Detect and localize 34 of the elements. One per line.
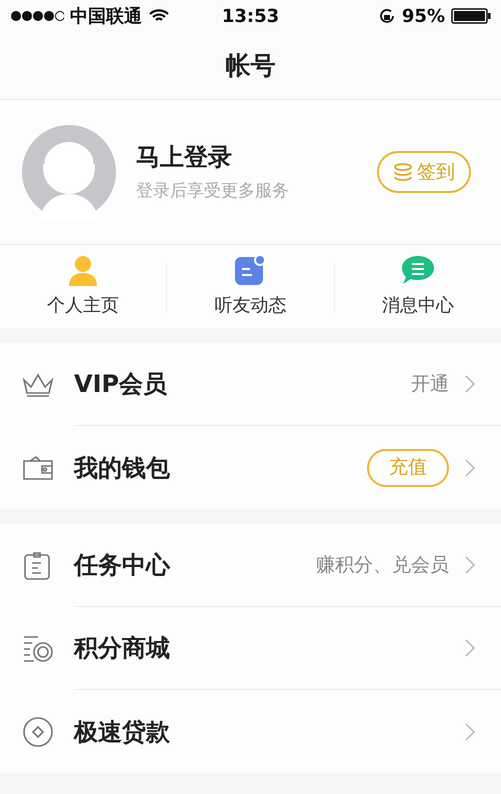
battery-icon [451, 8, 491, 24]
row-label[interactable]: VIP会员 [74, 366, 168, 402]
chevron-icon [465, 639, 475, 657]
carrier-name: 中国联通 [70, 4, 142, 28]
coin-icon [22, 716, 54, 748]
avatar-icon [21, 124, 117, 220]
person-icon [67, 254, 100, 286]
signal-icon [10, 10, 64, 22]
row-label[interactable]: 积分商城 [74, 630, 170, 666]
page-title: 帐号 [226, 50, 276, 82]
login-subtitle: 登录后享受更多服务 [136, 180, 290, 204]
chevron-icon [465, 458, 475, 476]
row-detail: 赚积分、兑会员 [316, 552, 449, 578]
row-label[interactable]: 我的钱包 [74, 450, 170, 486]
login-title[interactable]: 马上登录 [136, 139, 377, 176]
chevron-icon [465, 375, 475, 393]
row-label[interactable]: 任务中心 [74, 547, 170, 583]
shortcut-button[interactable]: 听友动态 [167, 254, 334, 319]
coin-stack-icon [393, 163, 413, 181]
row-detail: 开通 [411, 372, 449, 397]
rotation-lock-icon [378, 7, 396, 25]
crown-icon [22, 372, 54, 398]
chevron-icon [465, 722, 475, 740]
clipboard-icon [22, 550, 52, 580]
coins-icon [22, 634, 54, 664]
chevron-icon [465, 556, 475, 574]
shortcut-button[interactable]: 个人主页 [0, 254, 166, 319]
row-label[interactable]: 极速贷款 [74, 714, 170, 750]
shortcut-button[interactable]: 消息中心 [334, 254, 501, 319]
wallet-icon [22, 454, 54, 480]
battery-percent: 95% [402, 4, 445, 28]
chat-icon [400, 254, 435, 286]
note-icon [234, 254, 266, 286]
clock-time: 13:53 [220, 4, 280, 28]
